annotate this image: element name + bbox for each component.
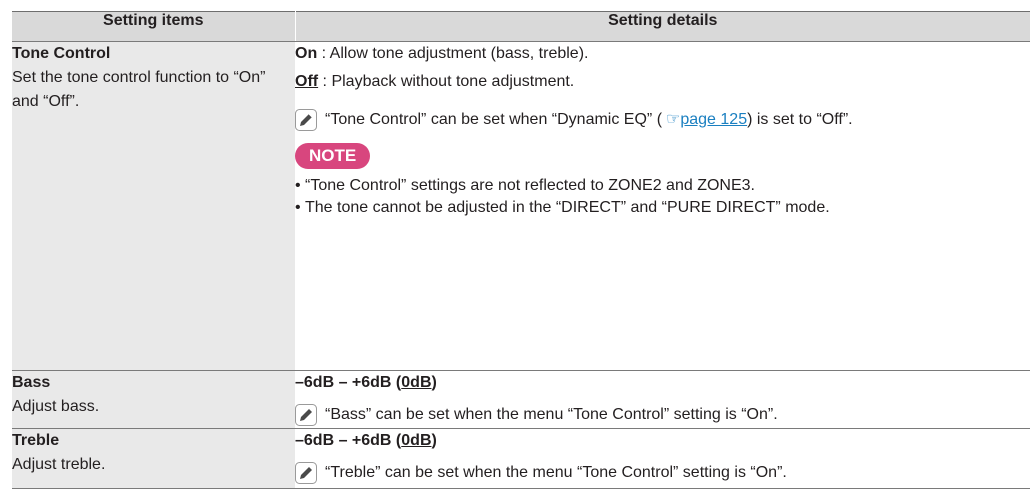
option-text: : Allow tone adjustment (bass, treble). — [317, 45, 589, 62]
list-item: “Tone Control” settings are not reflecte… — [295, 175, 1030, 197]
setting-range: –6dB – +6dB (0dB) — [295, 374, 437, 391]
setting-item-cell: Tone Control Set the tone control functi… — [12, 41, 295, 371]
note-text: “Treble” can be set when the menu “Tone … — [325, 464, 787, 481]
header-setting-details: Setting details — [295, 11, 1030, 42]
setting-range: –6dB – +6dB (0dB) — [295, 432, 437, 449]
option-key-default: Off — [295, 73, 319, 90]
setting-description: Adjust bass. — [12, 398, 100, 415]
note-text: “Tone Control” can be set when “Dynamic … — [325, 111, 853, 128]
setting-title: Bass — [12, 374, 51, 391]
option-text: : Playback without tone adjustment. — [318, 73, 575, 90]
header-setting-items: Setting items — [12, 11, 296, 42]
option-key: On — [295, 45, 318, 62]
default-value: 0dB — [401, 432, 432, 449]
pencil-icon — [295, 462, 317, 484]
list-item: The tone cannot be adjusted in the “DIRE… — [295, 197, 1030, 219]
note-line: “Tone Control” can be set when “Dynamic … — [295, 108, 1030, 132]
setting-item-cell: Bass Adjust bass. — [12, 370, 295, 429]
setting-details-cell: –6dB – +6dB (0dB) “Bass” can be set when… — [295, 370, 1030, 429]
page-link[interactable]: page 125 — [680, 111, 747, 128]
note-badge: NOTE — [295, 143, 371, 169]
pencil-icon — [295, 109, 317, 131]
settings-table: Setting items Setting details Tone Contr… — [12, 11, 1030, 489]
setting-description: Set the tone control function to “On” an… — [12, 69, 266, 110]
note-list: “Tone Control” settings are not reflecte… — [295, 175, 1030, 219]
settings-page: Setting items Setting details Tone Contr… — [0, 0, 1031, 489]
setting-description: Adjust treble. — [12, 456, 106, 473]
table-row-tone-control: Tone Control Set the tone control functi… — [12, 41, 1030, 371]
pencil-icon — [295, 404, 317, 426]
reference-hand-icon: ☞ — [666, 111, 681, 128]
default-value: 0dB — [401, 374, 432, 391]
table-row-bass: Bass Adjust bass. –6dB – +6dB (0dB) “Bas… — [12, 370, 1030, 429]
note-line: “Treble” can be set when the menu “Tone … — [295, 461, 1030, 485]
note-text: “Bass” can be set when the menu “Tone Co… — [325, 406, 778, 423]
setting-title: Treble — [12, 432, 60, 449]
note-line: “Bass” can be set when the menu “Tone Co… — [295, 403, 1030, 427]
setting-details-cell: On : Allow tone adjustment (bass, treble… — [295, 41, 1030, 371]
table-header-row: Setting items Setting details — [12, 11, 1030, 42]
setting-title: Tone Control — [12, 45, 111, 62]
option-on: On : Allow tone adjustment (bass, treble… — [295, 42, 1030, 66]
option-off: Off : Playback without tone adjustment. — [295, 70, 1030, 94]
